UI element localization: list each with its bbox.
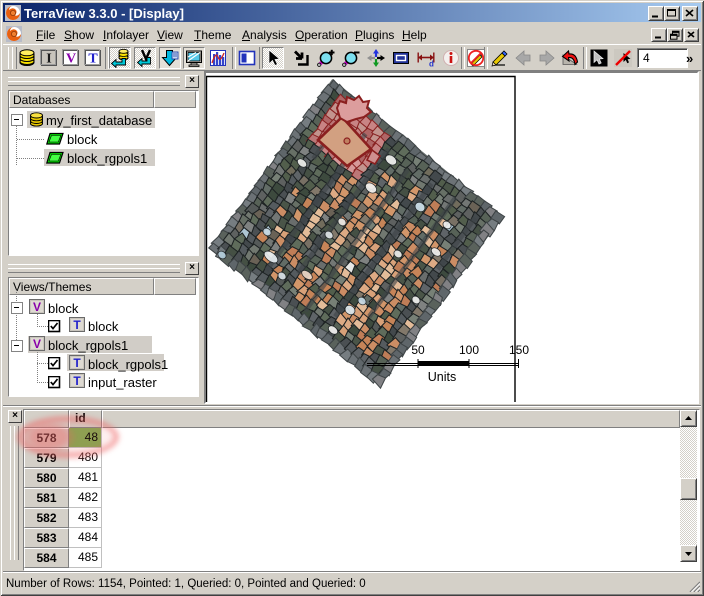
svg-text:Units: Units bbox=[428, 370, 456, 384]
svg-text:T: T bbox=[88, 52, 98, 67]
svg-text:50: 50 bbox=[411, 343, 425, 357]
svg-text:V: V bbox=[33, 337, 41, 351]
svg-text:100: 100 bbox=[459, 343, 479, 357]
svg-text:T: T bbox=[73, 374, 81, 388]
svg-text:T: T bbox=[73, 356, 81, 370]
svg-text:150: 150 bbox=[509, 343, 529, 357]
svg-text:I: I bbox=[46, 52, 51, 67]
svg-text:V: V bbox=[66, 52, 76, 67]
svg-text:d: d bbox=[429, 60, 434, 69]
svg-text:T: T bbox=[73, 318, 81, 332]
svg-text:V: V bbox=[33, 300, 41, 314]
